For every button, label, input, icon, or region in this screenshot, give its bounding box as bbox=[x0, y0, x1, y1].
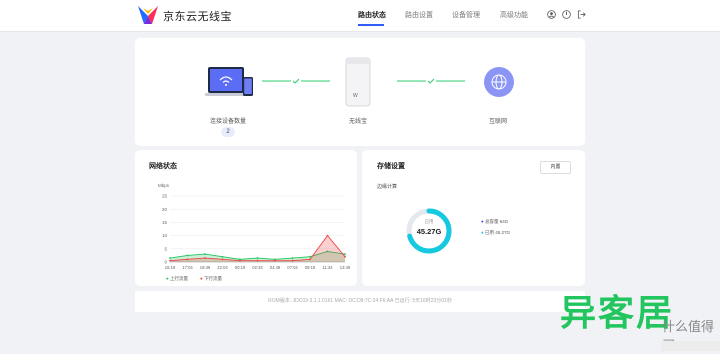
data-point bbox=[344, 253, 346, 255]
globe-icon[interactable] bbox=[483, 66, 515, 98]
nav-router-status[interactable]: 路由状态 bbox=[358, 10, 386, 20]
data-point bbox=[186, 254, 189, 257]
y-tick-label: 15 bbox=[162, 220, 168, 225]
router-device-icon[interactable] bbox=[345, 57, 371, 107]
data-point bbox=[274, 259, 276, 262]
storage-total-swatch: ● bbox=[481, 219, 484, 224]
donut-center-value: 45.27G bbox=[416, 227, 442, 236]
y-tick-label: 25 bbox=[162, 194, 168, 199]
x-tick-label: 17:04 bbox=[182, 265, 193, 270]
x-tick-label: 11:34 bbox=[322, 265, 333, 270]
data-point bbox=[256, 257, 259, 259]
x-tick-label: 07:04 bbox=[287, 265, 298, 270]
brand-name: 京东云无线宝 bbox=[163, 11, 232, 23]
legend-download: ● 下行流量 bbox=[200, 276, 222, 282]
watermark-logo-text: 异客居 bbox=[560, 293, 675, 334]
data-point bbox=[204, 257, 206, 259]
storage-total-value: 64G bbox=[499, 219, 509, 224]
top-bar: 京东云无线宝 路由状态 路由设置 设备管理 高级功能 bbox=[0, 0, 720, 32]
nav-active-indicator bbox=[358, 24, 384, 26]
legend-upload-label: 上行流量 bbox=[169, 276, 188, 281]
storage-total: ● 总容量 64G bbox=[481, 219, 508, 225]
x-tick-label: 04:49 bbox=[270, 265, 281, 270]
taskbar-strip bbox=[661, 341, 720, 351]
edge-computing-label: 边缘计算 bbox=[377, 184, 398, 190]
nav-router-settings[interactable]: 路由设置 bbox=[405, 10, 433, 20]
data-point bbox=[326, 234, 329, 237]
x-tick-label: 00:19 bbox=[235, 265, 246, 270]
x-tick-label: 15:19 bbox=[165, 265, 176, 270]
donut-center-label: 已用 bbox=[424, 219, 434, 224]
logout-icon[interactable] bbox=[577, 10, 586, 19]
internet-label: 互联网 bbox=[488, 119, 507, 125]
x-tick-label: 02:34 bbox=[252, 265, 263, 270]
link-router-internet bbox=[397, 78, 465, 84]
laptop-icon[interactable] bbox=[205, 65, 255, 99]
storage-used-swatch: ● bbox=[481, 230, 484, 235]
data-point bbox=[239, 259, 241, 262]
data-point bbox=[291, 259, 294, 262]
power-icon[interactable] bbox=[562, 10, 571, 19]
data-point bbox=[169, 259, 171, 262]
devices-count-badge[interactable]: 2 bbox=[221, 127, 235, 137]
x-tick-label: 19:49 bbox=[200, 265, 211, 270]
network-status-title: 网络状态 bbox=[149, 163, 177, 170]
data-point bbox=[291, 257, 294, 259]
data-point bbox=[204, 253, 206, 255]
router-label: 无线宝 bbox=[348, 119, 367, 125]
legend-upload: ● 上行流量 bbox=[166, 276, 188, 282]
user-icon[interactable] bbox=[547, 10, 556, 19]
network-chart: 0 5 10 15 20 25 15:19 17:04 19:49 22:04 00:19 02:34… bbox=[162, 194, 350, 270]
x-tick-label: 13:49 bbox=[340, 265, 350, 270]
router-logo-text: W bbox=[353, 93, 358, 99]
logo-icon bbox=[138, 6, 158, 24]
storage-used-value: 45.27G bbox=[495, 230, 511, 235]
x-tick-label: 22:04 bbox=[217, 265, 228, 270]
data-point bbox=[309, 258, 311, 261]
data-point bbox=[221, 258, 224, 261]
devices-label: 连接设备数量 bbox=[209, 119, 246, 125]
storage-used: ● 已用 45.27G bbox=[481, 230, 510, 236]
storage-title: 存储设置 bbox=[377, 163, 405, 170]
y-tick-label: 5 bbox=[164, 246, 167, 251]
data-point bbox=[221, 255, 224, 258]
storage-internal-button[interactable]: 内置 bbox=[540, 161, 571, 174]
nav-device-management[interactable]: 设备管理 bbox=[452, 10, 480, 20]
legend-upload-swatch: ● bbox=[166, 276, 169, 281]
storage-used-label: 已用 bbox=[484, 230, 494, 235]
data-point bbox=[169, 257, 171, 259]
storage-total-label: 总容量 bbox=[484, 219, 499, 224]
x-tick-label: 09:19 bbox=[305, 265, 316, 270]
link-devices-router bbox=[262, 78, 330, 84]
nav-advanced[interactable]: 高级功能 bbox=[500, 10, 528, 20]
data-point bbox=[309, 255, 311, 258]
y-tick-label: 0 bbox=[164, 260, 167, 265]
y-tick-label: 10 bbox=[162, 233, 168, 238]
legend-download-swatch: ● bbox=[200, 276, 203, 281]
y-tick-label: 20 bbox=[162, 207, 168, 212]
data-point bbox=[256, 259, 259, 262]
data-point bbox=[186, 258, 189, 261]
legend-download-label: 下行流量 bbox=[203, 276, 222, 281]
footer-info: ROM版本: JDC03-3.1.1.0161 MAC: DC:D8:7C:24… bbox=[135, 291, 585, 312]
data-point bbox=[344, 255, 346, 258]
